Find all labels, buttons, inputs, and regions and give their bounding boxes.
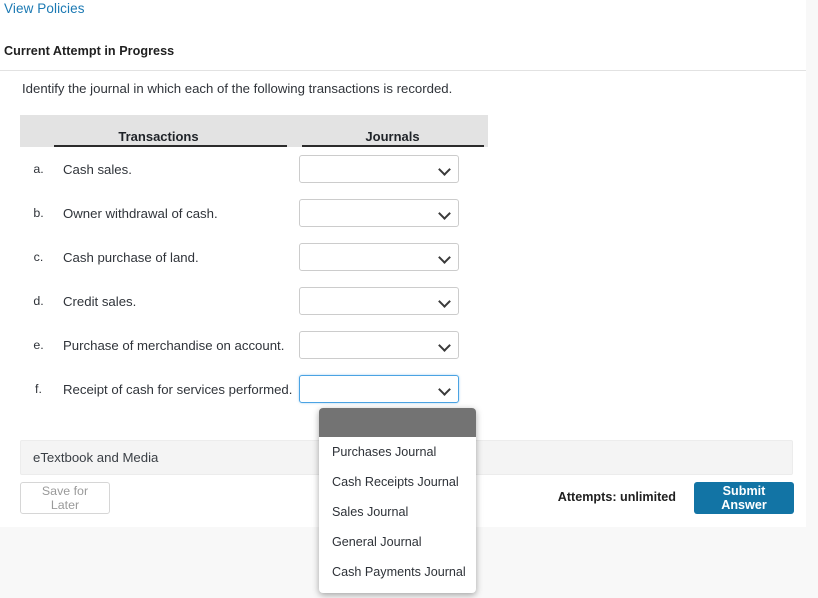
attempts-status: Attempts: unlimited bbox=[557, 490, 676, 504]
row-transaction-text: Cash sales. bbox=[63, 161, 132, 177]
row-letter: f. bbox=[35, 382, 42, 396]
table-header-row: Transactions Journals bbox=[20, 115, 488, 147]
table-row: f. Receipt of cash for services performe… bbox=[20, 367, 488, 411]
row-journal-cell bbox=[297, 331, 488, 359]
journal-select-a[interactable] bbox=[299, 155, 459, 183]
row-transaction-text: Cash purchase of land. bbox=[63, 249, 199, 265]
row-transaction-text: Credit sales. bbox=[63, 293, 137, 309]
column-header-transactions-rule bbox=[54, 145, 287, 147]
journal-select-d[interactable] bbox=[299, 287, 459, 315]
row-letter: c. bbox=[33, 250, 44, 264]
chevron-down-icon bbox=[438, 339, 451, 352]
row-letter: a. bbox=[33, 162, 44, 176]
chevron-down-icon bbox=[438, 295, 451, 308]
table-row: c. Cash purchase of land. bbox=[20, 235, 488, 279]
question-prompt: Identify the journal in which each of th… bbox=[22, 81, 453, 96]
dropdown-option-cash-payments-journal[interactable]: Cash Payments Journal bbox=[319, 557, 476, 587]
dropdown-option-sales-journal[interactable]: Sales Journal bbox=[319, 497, 476, 527]
row-letter: b. bbox=[33, 206, 44, 220]
column-header-journals-label: Journals bbox=[365, 129, 420, 144]
chevron-down-icon bbox=[438, 251, 451, 264]
journal-select-b[interactable] bbox=[299, 199, 459, 227]
view-policies-link[interactable]: View Policies bbox=[4, 1, 85, 16]
save-for-later-button[interactable]: Save for Later bbox=[20, 482, 110, 514]
chevron-down-icon bbox=[438, 163, 451, 176]
section-divider bbox=[0, 70, 806, 71]
table-row: a. Cash sales. bbox=[20, 147, 488, 191]
row-journal-cell bbox=[297, 375, 488, 403]
row-transaction-text: Owner withdrawal of cash. bbox=[63, 205, 218, 221]
row-journal-cell bbox=[297, 155, 488, 183]
journal-select-c[interactable] bbox=[299, 243, 459, 271]
journal-select-f[interactable] bbox=[299, 375, 459, 403]
table-row: b. Owner withdrawal of cash. bbox=[20, 191, 488, 235]
table-row: d. Credit sales. bbox=[20, 279, 488, 323]
dropdown-option-purchases-journal[interactable]: Purchases Journal bbox=[319, 437, 476, 467]
current-attempt-heading: Current Attempt in Progress bbox=[4, 44, 175, 58]
row-journal-cell bbox=[297, 243, 488, 271]
etextbook-and-media-label: eTextbook and Media bbox=[33, 450, 159, 465]
dropdown-option-general-journal[interactable]: General Journal bbox=[319, 527, 476, 557]
row-journal-cell bbox=[297, 199, 488, 227]
column-header-transactions: Transactions bbox=[20, 115, 297, 147]
dropdown-option-cash-receipts-journal[interactable]: Cash Receipts Journal bbox=[319, 467, 476, 497]
row-letter: e. bbox=[33, 338, 44, 352]
chevron-down-icon bbox=[438, 207, 451, 220]
row-journal-cell bbox=[297, 287, 488, 315]
row-letter: d. bbox=[33, 294, 44, 308]
column-header-journals-rule bbox=[302, 145, 484, 147]
row-transaction-text: Receipt of cash for services performed. bbox=[63, 381, 293, 397]
row-transaction-text: Purchase of merchandise on account. bbox=[63, 337, 285, 353]
journal-dropdown-list[interactable]: Purchases Journal Cash Receipts Journal … bbox=[319, 408, 476, 593]
chevron-down-icon bbox=[438, 383, 451, 396]
column-header-transactions-label: Transactions bbox=[118, 129, 199, 144]
column-header-journals: Journals bbox=[297, 115, 488, 147]
journal-select-e[interactable] bbox=[299, 331, 459, 359]
page-root: View Policies Current Attempt in Progres… bbox=[0, 0, 818, 598]
table-row: e. Purchase of merchandise on account. bbox=[20, 323, 488, 367]
dropdown-option-blank[interactable] bbox=[319, 408, 476, 437]
transactions-journals-table: Transactions Journals a. Cash sales. b. … bbox=[20, 115, 488, 411]
submit-answer-button[interactable]: Submit Answer bbox=[694, 482, 794, 514]
